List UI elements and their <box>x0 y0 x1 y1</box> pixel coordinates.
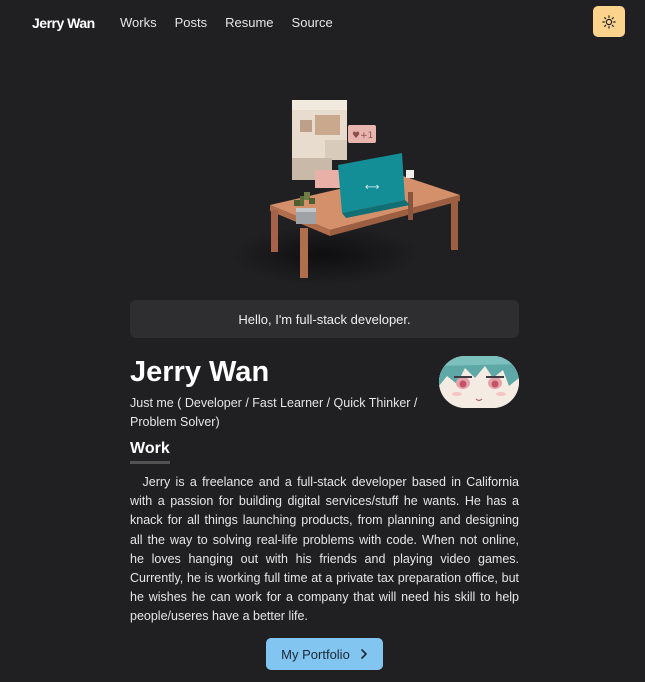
site-logo[interactable]: Jerry Wan <box>32 15 95 31</box>
svg-text:♥+1: ♥+1 <box>352 131 373 141</box>
nav-links: Works Posts Resume Source <box>120 15 333 30</box>
nav-link-resume[interactable]: Resume <box>225 15 273 30</box>
work-section-heading: Work <box>130 440 170 464</box>
nav-link-works[interactable]: Works <box>120 15 157 30</box>
nav-link-source[interactable]: Source <box>292 15 333 30</box>
greeting-banner: Hello, I'm full-stack developer. <box>130 300 519 338</box>
profile-subtitle: Just me ( Developer / Fast Learner / Qui… <box>130 396 418 429</box>
chevron-right-icon <box>361 649 367 659</box>
portfolio-button-label: My Portfolio <box>281 646 350 662</box>
voxel-desk-illustration: ♥+1 ⟷ <box>230 100 460 285</box>
nav-link-posts[interactable]: Posts <box>175 15 208 30</box>
top-navbar: Jerry Wan Works Posts Resume Source <box>0 0 645 45</box>
svg-text:⟷: ⟷ <box>365 182 379 193</box>
hero-illustration: ♥+1 ⟷ <box>230 70 470 290</box>
my-portfolio-button[interactable]: My Portfolio <box>266 638 383 670</box>
theme-toggle-button[interactable] <box>593 6 625 37</box>
sun-icon <box>602 14 616 29</box>
anime-avatar-image <box>439 356 519 408</box>
greeting-text: Hello, I'm full-stack developer. <box>238 311 411 327</box>
avatar <box>439 356 519 408</box>
work-description: Jerry is a freelance and a full-stack de… <box>130 475 519 624</box>
profile-name: Jerry Wan <box>130 356 270 388</box>
